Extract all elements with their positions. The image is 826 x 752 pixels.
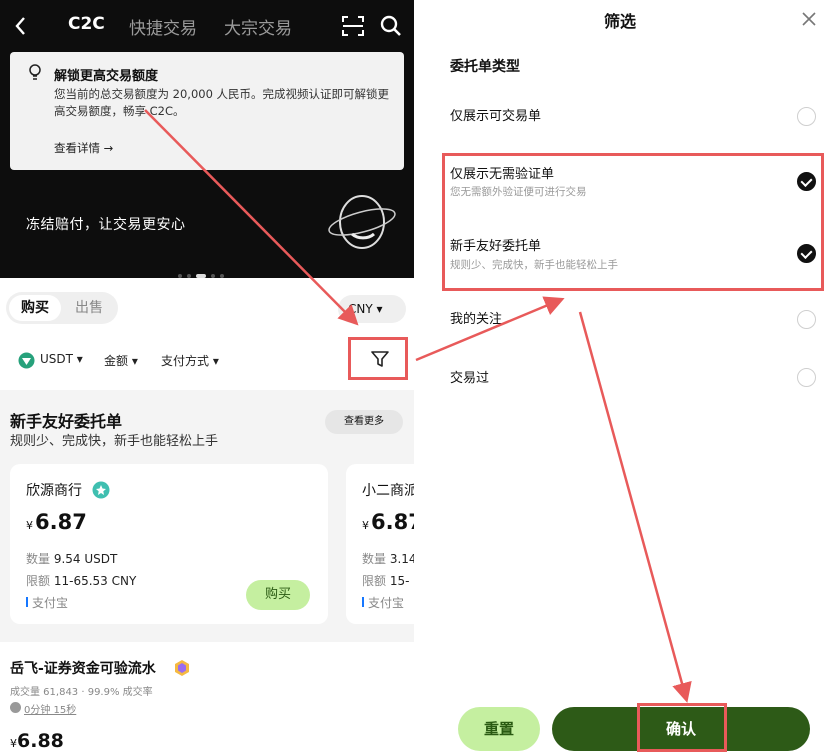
price: ¥6.87 <box>26 510 87 534</box>
filter-button[interactable] <box>348 337 408 380</box>
search-icon[interactable] <box>380 15 402 37</box>
payment-row: 支付宝 <box>362 594 404 611</box>
currency-select[interactable]: CNY ▾ <box>338 295 406 323</box>
merchant-listing[interactable]: 岳飞-证券资金可验流水 成交量 61,843 · 99.9% 成交率 0分钟 1… <box>0 642 414 752</box>
option-following[interactable]: 我的关注 <box>450 308 502 327</box>
merchant-name: 小二商派 <box>362 483 414 499</box>
lightbulb-icon <box>29 64 41 80</box>
offer-card[interactable]: 欣源商行 ¥6.87 数量 9.54 USDT 限额 11-65.53 CNY … <box>10 464 328 624</box>
quantity-row: 数量 3.14 <box>362 552 414 566</box>
merchant-badge-icon <box>175 660 189 676</box>
tab-c2c[interactable]: C2C <box>68 14 105 34</box>
option-following-radio[interactable] <box>797 310 816 329</box>
payment-filter[interactable]: 支付方式 ▾ <box>161 352 219 369</box>
tab-quick-trade[interactable]: 快捷交易 <box>129 14 197 39</box>
order-type-heading: 委托单类型 <box>450 59 520 75</box>
payment-row: 支付宝 <box>26 594 68 611</box>
option-tradable-only-radio[interactable] <box>797 107 816 126</box>
top-bar: C2C 快捷交易 大宗交易 <box>0 0 414 52</box>
buy-sell-toggle: 购买 出售 <box>6 292 118 324</box>
option-traded-before[interactable]: 交易过 <box>450 367 489 386</box>
option-tradable-only[interactable]: 仅展示可交易单 <box>450 105 541 124</box>
quantity-row: 数量 9.54 USDT <box>26 552 118 566</box>
buy-tab[interactable]: 购买 <box>9 295 61 321</box>
option-traded-before-radio[interactable] <box>797 368 816 387</box>
buy-button[interactable]: 购买 <box>246 580 310 610</box>
price: ¥6.87 <box>362 510 414 534</box>
amount-filter[interactable]: 金额 ▾ <box>104 352 138 369</box>
banner-slogan: 冻结赔付，让交易更安心 <box>26 217 186 233</box>
clock-icon <box>10 702 21 713</box>
newbie-section: 新手友好委托单 规则少、完成快，新手也能轻松上手 查看更多 欣源商行 ¥6.87… <box>0 390 414 640</box>
notice-title: 解锁更高交易额度 <box>54 69 159 84</box>
response-time: 0分钟 15秒 <box>24 705 77 716</box>
notice-body: 您当前的总交易额度为 20,000 人民币。完成视频认证即可解锁更高交易额度，畅… <box>54 87 390 118</box>
close-icon[interactable] <box>802 12 816 26</box>
usdt-coin-icon <box>18 352 35 369</box>
notice-details-link[interactable]: 查看详情 → <box>54 140 113 156</box>
merchant-name: 岳飞-证券资金可验流水 <box>10 661 156 677</box>
verified-badge-icon <box>92 481 110 499</box>
confirm-highlight-box <box>637 703 727 752</box>
limit-row: 限额 11-65.53 CNY <box>26 574 137 588</box>
merchant-stats: 成交量 61,843 · 99.9% 成交率 <box>10 687 153 698</box>
sell-tab[interactable]: 出售 <box>63 295 115 321</box>
notice-card: 解锁更高交易额度 您当前的总交易额度为 20,000 人民币。完成视频认证即可解… <box>10 52 404 170</box>
highlight-box <box>442 153 824 291</box>
newbie-subtitle: 规则少、完成快，新手也能轻松上手 <box>10 434 219 449</box>
filter-panel: 筛选 委托单类型 仅展示可交易单 仅展示无需验证单 您无需额外验证便可进行交易 … <box>414 0 826 752</box>
tab-block-trade[interactable]: 大宗交易 <box>224 14 292 39</box>
filter-funnel-icon <box>371 351 389 367</box>
merchant-name: 欣源商行 <box>26 483 82 499</box>
coin-filter[interactable]: USDT ▾ <box>40 352 83 366</box>
scan-icon[interactable] <box>342 16 364 36</box>
reset-button[interactable]: 重置 <box>458 707 540 751</box>
back-icon[interactable] <box>14 16 26 36</box>
offer-card[interactable]: 小二商派 ¥6.87 数量 3.14 限额 15- 支付宝 <box>346 464 414 624</box>
newbie-title: 新手友好委托单 <box>10 412 123 431</box>
see-more-button[interactable]: 查看更多 <box>325 410 403 434</box>
filter-title: 筛选 <box>603 12 636 31</box>
limit-row: 限额 15- <box>362 574 410 588</box>
merchant-price: ¥6.88 <box>10 730 64 752</box>
c2c-screen: C2C 快捷交易 大宗交易 解锁更高交易额度 您当前的总交易额度为 20,000… <box>0 0 414 752</box>
shield-globe-icon <box>328 195 396 249</box>
trade-controls: 购买 出售 CNY ▾ USDT ▾ 金额 ▾ 支付方式 ▾ <box>0 278 414 390</box>
hero-banner: C2C 快捷交易 大宗交易 解锁更高交易额度 您当前的总交易额度为 20,000… <box>0 0 414 278</box>
